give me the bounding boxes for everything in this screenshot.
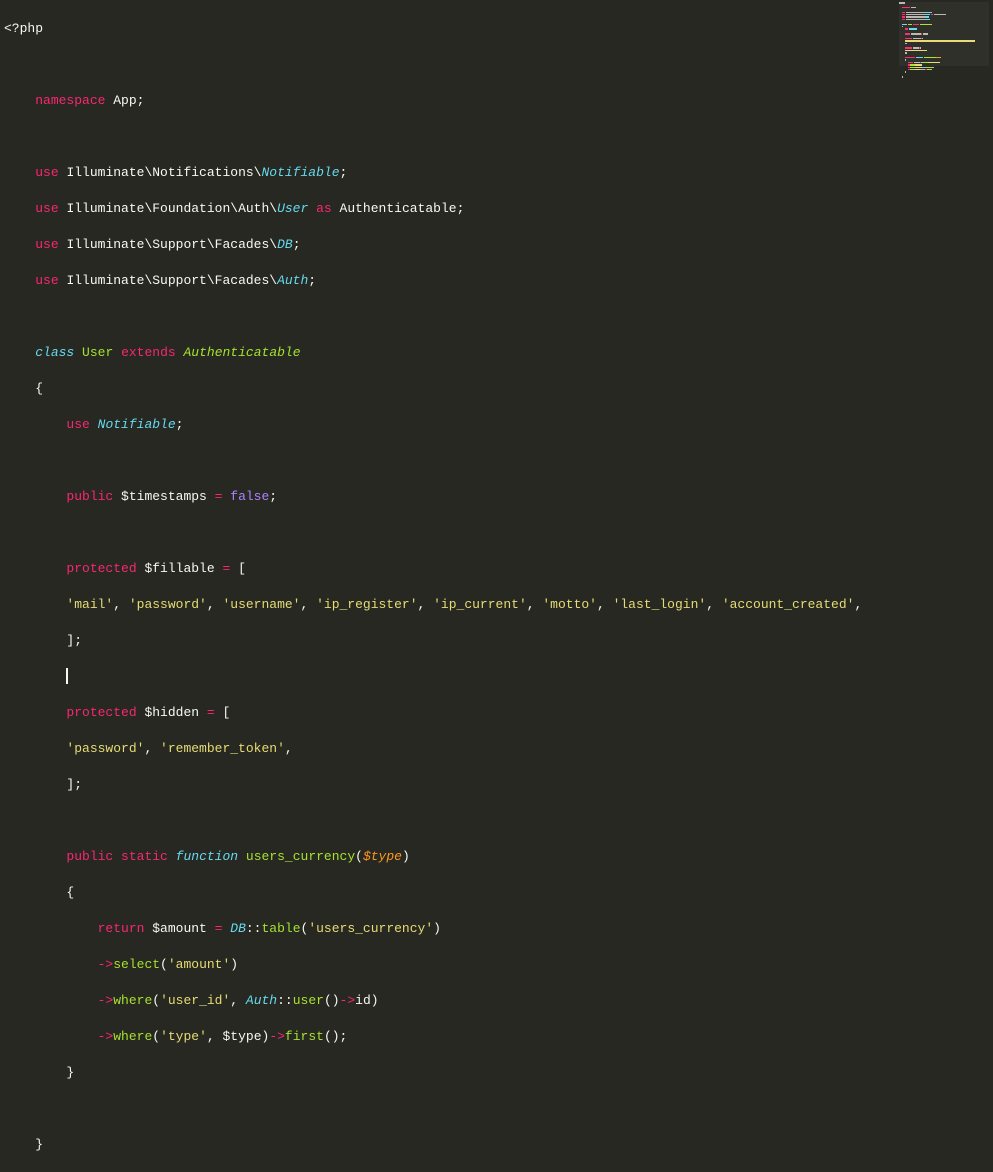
variable: $hidden xyxy=(144,705,199,720)
code-line[interactable]: { xyxy=(4,884,993,902)
array-close: ]; xyxy=(66,777,82,792)
code-line[interactable]: ->where('user_id', Auth::user()->id) xyxy=(4,992,993,1010)
method: select xyxy=(113,957,160,972)
array-close: ]; xyxy=(66,633,82,648)
keyword: class xyxy=(35,345,74,360)
keyword: as xyxy=(316,201,332,216)
code-line[interactable]: namespace App; xyxy=(4,92,993,110)
code-line[interactable]: return $amount = DB::table('users_curren… xyxy=(4,920,993,938)
code-line[interactable]: class User extends Authenticatable xyxy=(4,344,993,362)
code-line[interactable]: ->where('type', $type)->first(); xyxy=(4,1028,993,1046)
keyword: protected xyxy=(66,705,136,720)
code-line[interactable]: 'password', 'remember_token', xyxy=(4,740,993,758)
class-name: Auth xyxy=(246,993,277,1008)
code-line[interactable]: use Notifiable; xyxy=(4,416,993,434)
code-line[interactable] xyxy=(4,308,993,326)
namespace-name: App xyxy=(113,93,136,108)
code-line[interactable] xyxy=(4,668,993,686)
keyword: function xyxy=(176,849,238,864)
function-name: users_currency xyxy=(246,849,355,864)
code-line[interactable] xyxy=(4,524,993,542)
code-line[interactable]: ]; xyxy=(4,776,993,794)
code-line[interactable] xyxy=(4,56,993,74)
class-decl-name: User xyxy=(82,345,113,360)
keyword: public xyxy=(66,849,113,864)
code-line[interactable]: ->select('amount') xyxy=(4,956,993,974)
code-line[interactable]: use Illuminate\Foundation\Auth\User as A… xyxy=(4,200,993,218)
keyword: namespace xyxy=(35,93,105,108)
keyword: use xyxy=(35,273,58,288)
variable: $type xyxy=(222,1029,261,1044)
keyword: static xyxy=(121,849,168,864)
code-line[interactable]: protected $fillable = [ xyxy=(4,560,993,578)
method: where xyxy=(113,993,152,1008)
code-line[interactable]: public static function users_currency($t… xyxy=(4,848,993,866)
method: where xyxy=(113,1029,152,1044)
code-line[interactable]: 'mail', 'password', 'username', 'ip_regi… xyxy=(4,596,993,614)
parent-class: Authenticatable xyxy=(184,345,301,360)
variable: $timestamps xyxy=(121,489,207,504)
trait-name: Notifiable xyxy=(98,417,176,432)
keyword: use xyxy=(35,201,58,216)
code-line[interactable]: { xyxy=(4,380,993,398)
brace: } xyxy=(66,1065,74,1080)
class-name: User xyxy=(277,201,308,216)
keyword: extends xyxy=(121,345,176,360)
keyword: protected xyxy=(66,561,136,576)
class-name: DB xyxy=(230,921,246,936)
method: first xyxy=(285,1029,324,1044)
brace: { xyxy=(66,885,74,900)
code-line[interactable]: } xyxy=(4,1136,993,1154)
class-name: Auth xyxy=(277,273,308,288)
brace: } xyxy=(35,1137,43,1152)
code-line[interactable]: use Illuminate\Support\Facades\DB; xyxy=(4,236,993,254)
code-line[interactable] xyxy=(4,1100,993,1118)
boolean: false xyxy=(230,489,269,504)
code-line[interactable] xyxy=(4,452,993,470)
keyword: use xyxy=(35,165,58,180)
keyword: use xyxy=(35,237,58,252)
code-line[interactable] xyxy=(4,812,993,830)
code-line[interactable]: protected $hidden = [ xyxy=(4,704,993,722)
code-line[interactable]: <?php xyxy=(4,20,993,38)
keyword: public xyxy=(66,489,113,504)
keyword: use xyxy=(66,417,89,432)
code-line[interactable]: use Illuminate\Support\Facades\Auth; xyxy=(4,272,993,290)
method: user xyxy=(293,993,324,1008)
code-line[interactable] xyxy=(4,128,993,146)
brace: { xyxy=(35,381,43,396)
text-cursor xyxy=(66,668,68,684)
method: table xyxy=(261,921,300,936)
code-editor[interactable]: <?php namespace App; use Illuminate\Noti… xyxy=(0,0,993,1172)
code-line[interactable]: use Illuminate\Notifications\Notifiable; xyxy=(4,164,993,182)
php-open-tag: <?php xyxy=(4,21,43,36)
parameter: $type xyxy=(363,849,402,864)
keyword: return xyxy=(98,921,145,936)
property: id xyxy=(355,993,371,1008)
code-line[interactable]: public $timestamps = false; xyxy=(4,488,993,506)
class-name: Notifiable xyxy=(261,165,339,180)
variable: $amount xyxy=(152,921,207,936)
class-name: DB xyxy=(277,237,293,252)
variable: $fillable xyxy=(144,561,214,576)
code-line[interactable]: } xyxy=(4,1064,993,1082)
